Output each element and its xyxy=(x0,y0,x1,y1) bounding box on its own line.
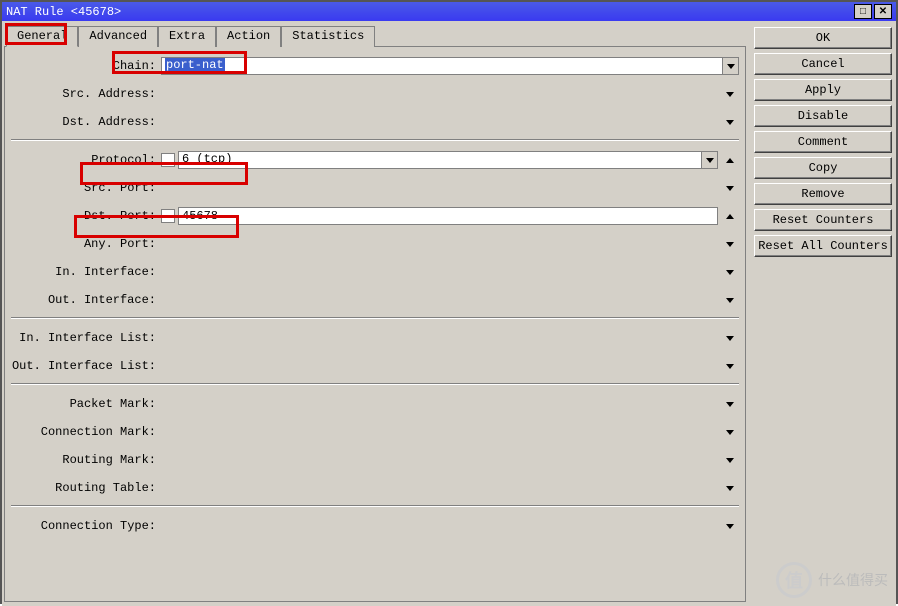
chevron-down-icon xyxy=(726,336,734,341)
label-rttable: Routing Table: xyxy=(11,481,161,495)
label-chain: Chain: xyxy=(11,59,161,73)
chevron-down-icon xyxy=(727,64,735,69)
chain-select[interactable]: port-nat xyxy=(161,57,723,75)
tab-action[interactable]: Action xyxy=(216,26,281,47)
tab-extra[interactable]: Extra xyxy=(158,26,216,47)
chevron-down-icon xyxy=(726,92,734,97)
sidebar: OK Cancel Apply Disable Comment Copy Rem… xyxy=(748,21,896,606)
rtmark-expand[interactable] xyxy=(721,458,739,463)
separator xyxy=(11,383,739,385)
label-pktmark: Packet Mark: xyxy=(11,397,161,411)
reset-all-counters-button[interactable]: Reset All Counters xyxy=(754,235,892,257)
chevron-down-icon xyxy=(726,430,734,435)
anyport-expand[interactable] xyxy=(721,242,739,247)
chevron-down-icon xyxy=(726,524,734,529)
conntype-expand[interactable] xyxy=(721,524,739,529)
protocol-collapse[interactable] xyxy=(721,158,739,163)
apply-button[interactable]: Apply xyxy=(754,79,892,101)
protocol-dropdown-button[interactable] xyxy=(701,151,718,169)
tab-statistics[interactable]: Statistics xyxy=(281,26,375,47)
label-srcaddr: Src. Address: xyxy=(11,87,161,101)
dstport-collapse[interactable] xyxy=(721,214,739,219)
dstport-input[interactable] xyxy=(178,207,718,225)
outiflist-expand[interactable] xyxy=(721,364,739,369)
watermark-text: 什么值得买 xyxy=(818,570,888,590)
dstport-invert-checkbox[interactable] xyxy=(161,209,175,223)
label-outif: Out. Interface: xyxy=(11,293,161,307)
separator xyxy=(11,317,739,319)
chevron-down-icon xyxy=(726,458,734,463)
label-connmark: Connection Mark: xyxy=(11,425,161,439)
chevron-down-icon xyxy=(706,158,714,163)
iniflist-expand[interactable] xyxy=(721,336,739,341)
tab-content: Chain: port-nat Src. Address: Dst. Addre… xyxy=(4,46,746,602)
chevron-down-icon xyxy=(726,242,734,247)
close-button[interactable]: ✕ xyxy=(874,4,892,19)
disable-button[interactable]: Disable xyxy=(754,105,892,127)
protocol-invert-checkbox[interactable] xyxy=(161,153,175,167)
chevron-down-icon xyxy=(726,298,734,303)
dstaddr-expand[interactable] xyxy=(721,120,739,125)
label-outiflist: Out. Interface List: xyxy=(11,359,161,373)
inif-expand[interactable] xyxy=(721,270,739,275)
chain-dropdown-button[interactable] xyxy=(722,57,739,75)
chevron-down-icon xyxy=(726,364,734,369)
chevron-up-icon xyxy=(726,158,734,163)
watermark-icon: 值 xyxy=(776,562,812,598)
chevron-up-icon xyxy=(726,214,734,219)
label-dstport: Dst. Port: xyxy=(11,209,161,223)
connmark-expand[interactable] xyxy=(721,430,739,435)
comment-button[interactable]: Comment xyxy=(754,131,892,153)
label-anyport: Any. Port: xyxy=(11,237,161,251)
tab-advanced[interactable]: Advanced xyxy=(78,26,158,47)
maximize-button[interactable]: □ xyxy=(854,4,872,19)
chevron-down-icon xyxy=(726,120,734,125)
chevron-down-icon xyxy=(726,486,734,491)
label-conntype: Connection Type: xyxy=(11,519,161,533)
tab-general[interactable]: General xyxy=(6,26,78,47)
copy-button[interactable]: Copy xyxy=(754,157,892,179)
chevron-down-icon xyxy=(726,402,734,407)
protocol-select[interactable]: 6 (tcp) xyxy=(178,151,702,169)
label-inif: In. Interface: xyxy=(11,265,161,279)
label-protocol: Protocol: xyxy=(11,153,161,167)
remove-button[interactable]: Remove xyxy=(754,183,892,205)
chevron-down-icon xyxy=(726,186,734,191)
label-iniflist: In. Interface List: xyxy=(11,331,161,345)
label-srcport: Src. Port: xyxy=(11,181,161,195)
separator xyxy=(11,505,739,507)
titlebar: NAT Rule <45678> _ □ ✕ xyxy=(2,2,896,21)
separator xyxy=(11,139,739,141)
srcport-expand[interactable] xyxy=(721,186,739,191)
label-dstaddr: Dst. Address: xyxy=(11,115,161,129)
watermark: 值 什么值得买 xyxy=(776,562,888,598)
tab-bar: General Advanced Extra Action Statistics xyxy=(6,25,744,46)
srcaddr-expand[interactable] xyxy=(721,92,739,97)
pktmark-expand[interactable] xyxy=(721,402,739,407)
ok-button[interactable]: OK xyxy=(754,27,892,49)
outif-expand[interactable] xyxy=(721,298,739,303)
reset-counters-button[interactable]: Reset Counters xyxy=(754,209,892,231)
chevron-down-icon xyxy=(726,270,734,275)
cancel-button[interactable]: Cancel xyxy=(754,53,892,75)
rttable-expand[interactable] xyxy=(721,486,739,491)
window-title: NAT Rule <45678> xyxy=(6,5,832,19)
label-rtmark: Routing Mark: xyxy=(11,453,161,467)
